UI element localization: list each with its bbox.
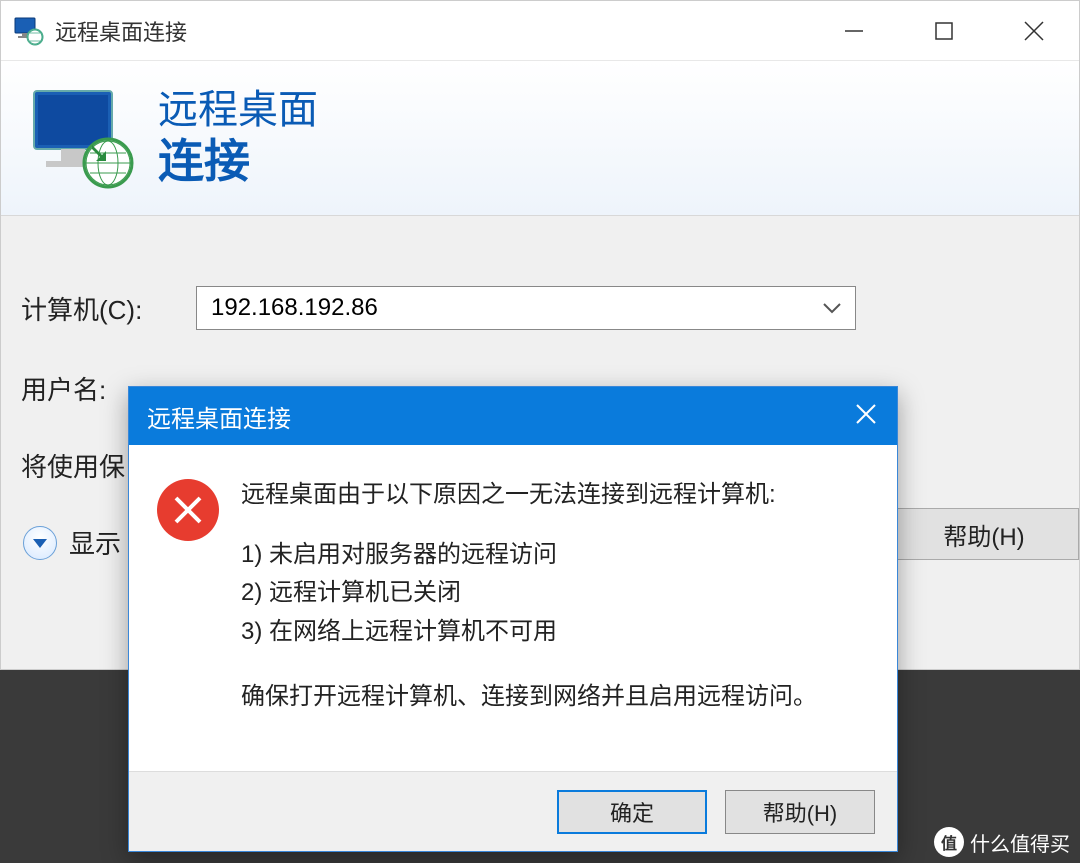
watermark-badge: 值: [934, 827, 964, 857]
dialog-reasons: 1) 未启用对服务器的远程访问 2) 远程计算机已关闭 3) 在网络上远程计算机…: [241, 536, 817, 651]
dialog-title: 远程桌面连接: [147, 399, 291, 434]
dialog-titlebar: 远程桌面连接: [129, 387, 897, 445]
reason-2: 2) 远程计算机已关闭: [241, 574, 817, 612]
computer-combobox[interactable]: 192.168.192.86: [196, 286, 856, 330]
dialog-footer-text: 确保打开远程计算机、连接到网络并且启用远程访问。: [241, 677, 817, 718]
computer-label: 计算机(C):: [21, 290, 196, 327]
dialog-button-row: 确定 帮助(H): [129, 771, 897, 851]
error-icon: [157, 479, 219, 541]
rdp-app-icon: [13, 15, 45, 47]
error-dialog: 远程桌面连接 远程桌面由于以下原因之一无法连接到远程计算机: 1) 未启用对服务…: [128, 386, 898, 852]
credentials-hint: 将使用保: [21, 447, 125, 484]
computer-row: 计算机(C): 192.168.192.86: [21, 286, 1059, 330]
ok-button[interactable]: 确定: [557, 790, 707, 834]
banner-text: 远程桌面 连接: [158, 86, 318, 189]
help-button[interactable]: 帮助(H): [889, 508, 1079, 560]
banner-line2: 连接: [158, 134, 318, 189]
help-button-label: 帮助(H): [943, 517, 1024, 552]
reason-3: 3) 在网络上远程计算机不可用: [241, 613, 817, 651]
titlebar: 远程桌面连接: [1, 1, 1079, 61]
show-options-label: 显示: [69, 524, 121, 561]
dialog-message: 远程桌面由于以下原因之一无法连接到远程计算机: 1) 未启用对服务器的远程访问 …: [241, 475, 817, 761]
window-controls: [809, 1, 1079, 60]
watermark: 值 什么值得买: [934, 827, 1070, 857]
close-button[interactable]: [989, 1, 1079, 60]
dialog-body: 远程桌面由于以下原因之一无法连接到远程计算机: 1) 未启用对服务器的远程访问 …: [129, 445, 897, 771]
dialog-heading: 远程桌面由于以下原因之一无法连接到远程计算机:: [241, 475, 817, 516]
ok-button-label: 确定: [610, 796, 654, 828]
reason-1: 1) 未启用对服务器的远程访问: [241, 536, 817, 574]
dialog-close-button[interactable]: [853, 401, 879, 432]
dialog-help-button-label: 帮助(H): [763, 796, 838, 828]
watermark-text: 什么值得买: [970, 828, 1070, 857]
computer-value: 192.168.192.86: [211, 294, 378, 322]
banner-line1: 远程桌面: [158, 86, 318, 134]
show-options-row: 显示: [23, 524, 121, 561]
maximize-button[interactable]: [899, 1, 989, 60]
window-title: 远程桌面连接: [55, 15, 809, 47]
banner: 远程桌面 连接: [1, 61, 1079, 216]
rdp-banner-icon: [26, 83, 136, 193]
chevron-down-icon: [823, 294, 841, 322]
minimize-button[interactable]: [809, 1, 899, 60]
expand-options-icon[interactable]: [23, 526, 57, 560]
dialog-help-button[interactable]: 帮助(H): [725, 790, 875, 834]
